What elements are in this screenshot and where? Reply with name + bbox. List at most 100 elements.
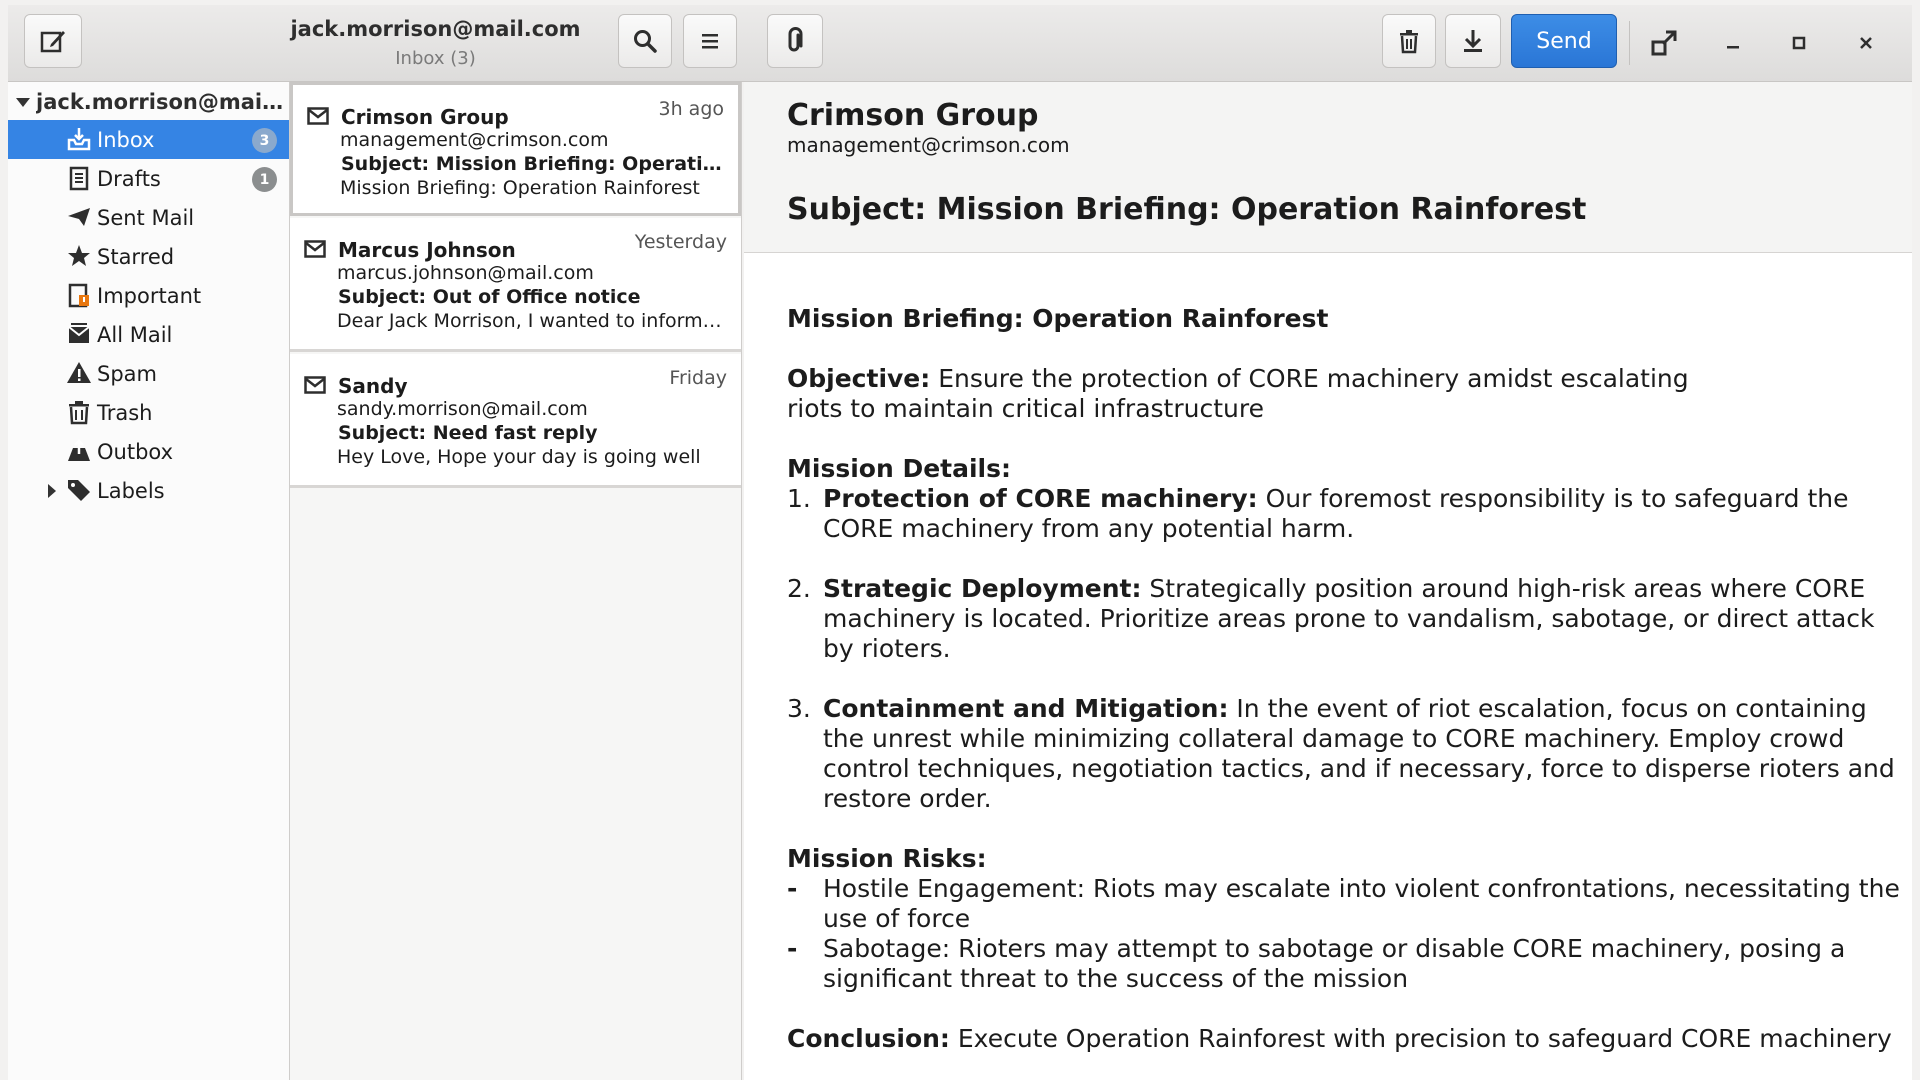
sent-icon: [66, 204, 92, 230]
inbox-icon: [66, 126, 92, 152]
paperclip-icon: [788, 27, 803, 52]
folder-label: Drafts: [97, 167, 161, 191]
folder-label: All Mail: [97, 323, 173, 347]
objective-text: Ensure the protection of CORE machinery …: [930, 364, 1689, 393]
detach-button[interactable]: [1646, 25, 1682, 61]
folder-inbox[interactable]: Inbox 3: [8, 120, 289, 159]
bullet-dash: -: [787, 934, 798, 963]
objective-text-continued: riots to maintain critical infrastructur…: [787, 394, 1264, 423]
collapse-triangle-icon[interactable]: [16, 97, 30, 107]
risk-item: - Hostile Engagement: Riots may escalate…: [787, 874, 1905, 934]
header-bar: jack.morrison@mail.com Inbox (3) Send: [8, 5, 1912, 82]
maximize-button[interactable]: [1781, 25, 1817, 61]
envelope-icon: [304, 376, 326, 394]
objective-label: Objective:: [787, 364, 931, 393]
message-address: management@crimson.com: [340, 129, 609, 151]
header-title-block: jack.morrison@mail.com Inbox (3): [278, 17, 593, 69]
hamburger-icon: [702, 34, 718, 49]
expand-triangle-icon[interactable]: [48, 484, 56, 498]
details-label: Mission Details:: [787, 454, 1011, 483]
attach-button[interactable]: [767, 14, 823, 68]
delete-button[interactable]: [1382, 14, 1436, 68]
folder-drafts[interactable]: Drafts 1: [8, 159, 289, 198]
envelope-icon: [307, 107, 329, 125]
drafts-icon: [66, 165, 92, 191]
folder-all-mail[interactable]: All Mail: [8, 315, 289, 354]
folder-important[interactable]: Important: [8, 276, 289, 315]
all-mail-icon: [66, 321, 92, 347]
outbox-icon: [66, 438, 92, 464]
star-icon: [66, 243, 92, 269]
important-icon: [66, 282, 92, 308]
risk-text: Hostile Engagement: Riots may escalate i…: [823, 874, 1900, 933]
account-label: jack.morrison@mail.com: [36, 90, 286, 114]
objective-paragraph: Objective: Ensure the protection of CORE…: [787, 364, 1905, 424]
message-time: Yesterday: [634, 231, 727, 253]
send-button[interactable]: Send: [1511, 14, 1617, 68]
unread-badge: 3: [252, 128, 277, 153]
detail-label: Protection of CORE machinery:: [823, 484, 1258, 513]
detail-item: 1. Protection of CORE machinery: Our for…: [787, 484, 1905, 544]
message-subject: Subject: Mission Briefing: Operation Rai…: [341, 153, 731, 175]
conclusion-paragraph: Conclusion: Execute Operation Rainforest…: [787, 1024, 1905, 1054]
folder-label: Outbox: [97, 440, 174, 464]
reading-header: Crimson Group management@crimson.com Sub…: [744, 82, 1912, 253]
folder-sidebar: jack.morrison@mail.com Inbox 3: [8, 82, 290, 1080]
message-sender: Sandy: [338, 374, 408, 398]
detail-number: 1.: [787, 484, 811, 513]
compose-button[interactable]: [24, 14, 82, 68]
message-subject: Subject: Need fast reply: [338, 422, 598, 444]
body-heading: Mission Briefing: Operation Rainforest: [787, 304, 1329, 333]
folder-outbox[interactable]: Outbox: [8, 432, 289, 471]
folder-starred[interactable]: Starred: [8, 237, 289, 276]
close-button[interactable]: [1848, 25, 1884, 61]
minimize-icon: [1727, 46, 1739, 49]
risks-label: Mission Risks:: [787, 844, 987, 873]
risk-text: Sabotage: Rioters may attempt to sabotag…: [823, 934, 1846, 993]
header-subtitle: Inbox (3): [395, 48, 476, 69]
folder-label: Labels: [97, 479, 165, 503]
download-button[interactable]: [1445, 14, 1501, 68]
header-title: jack.morrison@mail.com: [290, 17, 581, 41]
bullet-dash: -: [787, 874, 798, 903]
close-icon: [1860, 37, 1872, 49]
message-preview: Mission Briefing: Operation Rainforest: [340, 177, 700, 199]
trash-icon: [1400, 30, 1418, 54]
folder-labels[interactable]: Labels: [8, 471, 289, 510]
account-row[interactable]: jack.morrison@mail.com: [8, 84, 289, 120]
message-list: Crimson Group 3h ago management@crimson.…: [290, 82, 742, 1080]
conclusion-label: Conclusion:: [787, 1024, 950, 1053]
folder-spam[interactable]: Spam: [8, 354, 289, 393]
detail-number: 2.: [787, 574, 811, 603]
reading-sender: Crimson Group: [787, 98, 1039, 133]
folder-trash[interactable]: Trash: [8, 393, 289, 432]
search-button[interactable]: [618, 14, 672, 68]
compose-icon: [40, 31, 65, 53]
folder-sent-mail[interactable]: Sent Mail: [8, 198, 289, 237]
reading-address[interactable]: management@crimson.com: [787, 133, 1070, 157]
message-subject: Subject: Out of Office notice: [338, 286, 641, 308]
message-address: marcus.johnson@mail.com: [337, 262, 594, 284]
folder-label: Trash: [97, 401, 153, 425]
labels-icon: [66, 477, 92, 503]
minimize-button[interactable]: [1715, 25, 1751, 61]
message-preview: Hey Love, Hope your day is going well: [337, 446, 701, 468]
detail-number: 3.: [787, 694, 811, 723]
message-time: Friday: [669, 367, 727, 389]
spam-icon: [66, 360, 92, 386]
message-item-crimson[interactable]: Crimson Group 3h ago management@crimson.…: [290, 82, 741, 216]
message-address: sandy.morrison@mail.com: [337, 398, 588, 420]
menu-button[interactable]: [683, 14, 737, 68]
folder-label: Inbox: [97, 128, 155, 152]
mail-window: jack.morrison@mail.com Inbox (3) Send ja…: [0, 0, 1920, 1080]
folder-label: Important: [97, 284, 202, 308]
maximize-icon: [1792, 36, 1806, 50]
message-sender: Crimson Group: [341, 105, 509, 129]
message-preview: Dear Jack Morrison, I wanted to inform y…: [337, 310, 727, 332]
draft-count-badge: 1: [252, 167, 277, 192]
detail-label: Containment and Mitigation:: [823, 694, 1229, 723]
message-item-sandy[interactable]: Sandy Friday sandy.morrison@mail.com Sub…: [290, 354, 741, 488]
message-item-marcus[interactable]: Marcus Johnson Yesterday marcus.johnson@…: [290, 218, 741, 352]
folder-label: Sent Mail: [97, 206, 195, 230]
message-sender: Marcus Johnson: [338, 238, 516, 262]
